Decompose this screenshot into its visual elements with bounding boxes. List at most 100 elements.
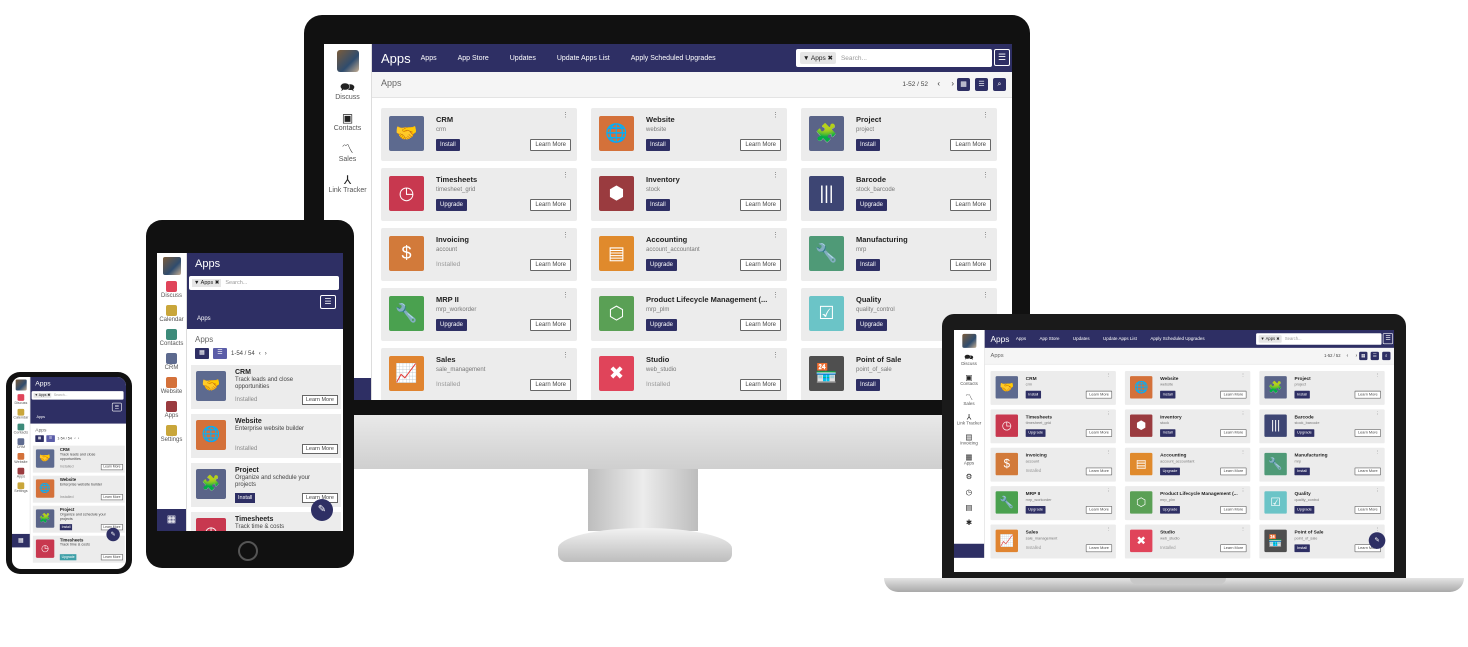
kanban-view-icon[interactable]: ▦ (35, 435, 44, 442)
sidebar-item-apps[interactable]: ▦ Apps (954, 452, 984, 465)
sidebar-item-website[interactable]: Website (12, 453, 30, 464)
install-button[interactable]: Install (1294, 390, 1310, 399)
learn-more-button[interactable]: Learn More (301, 395, 338, 405)
install-button[interactable]: Install (235, 493, 256, 503)
sidebar-item-settings[interactable]: Settings (12, 482, 30, 493)
kebab-menu-icon[interactable]: ⋮ (1106, 411, 1110, 416)
nav-apps[interactable]: Apps (421, 55, 437, 62)
learn-more-button[interactable]: Learn More (1220, 467, 1247, 476)
learn-more-button[interactable]: Learn More (530, 319, 571, 331)
filter-facet-apps[interactable]: ▼ Apps ✖ (33, 392, 52, 398)
install-button[interactable]: Install (856, 139, 880, 151)
edit-fab-icon[interactable]: ✎ (311, 499, 333, 521)
install-button[interactable]: Install (436, 139, 460, 151)
upgrade-button[interactable]: Upgrade (856, 319, 888, 331)
install-button[interactable]: Install (646, 139, 670, 151)
kebab-menu-icon[interactable]: ⋮ (772, 111, 779, 119)
menu-apps-link[interactable]: Apps (37, 416, 45, 420)
kebab-menu-icon[interactable]: ⋮ (1375, 450, 1379, 454)
kebab-menu-icon[interactable]: ⋮ (1106, 373, 1110, 378)
user-avatar[interactable] (162, 257, 181, 275)
apps-menu-icon[interactable]: ▦ (12, 533, 30, 548)
sidebar-item-crm[interactable]: CRM (12, 438, 30, 449)
kebab-menu-icon[interactable]: ⋮ (562, 171, 569, 179)
kebab-menu-icon[interactable]: ⋮ (1241, 526, 1245, 531)
sidebar-item-sales[interactable]: 〽 Sales (324, 142, 371, 163)
upgrade-button[interactable]: Upgrade (1160, 506, 1180, 514)
kebab-menu-icon[interactable]: ⋮ (562, 351, 569, 359)
user-avatar[interactable] (962, 333, 977, 348)
upgrade-button[interactable]: Upgrade (646, 319, 678, 331)
kebab-menu-icon[interactable]: ⋮ (1375, 411, 1379, 416)
sidebar-item-apps[interactable]: Apps (157, 401, 186, 419)
kebab-menu-icon[interactable]: ⋮ (772, 351, 779, 359)
filter-facet-apps[interactable]: ▼ Apps ✖ (192, 279, 222, 287)
list-view-icon[interactable]: ☰ (975, 78, 988, 91)
apps-menu-icon[interactable]: ▦ (157, 509, 186, 531)
kebab-menu-icon[interactable]: ⋮ (982, 231, 989, 239)
learn-more-button[interactable]: Learn More (1086, 506, 1113, 514)
nav-apps[interactable]: Apps (1016, 337, 1026, 341)
search-bar[interactable]: ▼ Apps ✖ Search... (1256, 333, 1382, 345)
kebab-menu-icon[interactable]: ⋮ (562, 111, 569, 119)
search-bar[interactable]: ▼ Apps ✖ Search... (189, 276, 339, 290)
learn-more-button[interactable]: Learn More (530, 259, 571, 271)
learn-more-button[interactable]: Learn More (1354, 506, 1381, 514)
learn-more-button[interactable]: Learn More (530, 139, 571, 151)
kebab-menu-icon[interactable]: ⋮ (1375, 526, 1379, 531)
install-button[interactable]: Install (856, 379, 880, 391)
pager-value[interactable]: 1-52 / 52 (1324, 354, 1340, 358)
filter-toggle-icon[interactable]: ☰ (320, 295, 336, 309)
learn-more-button[interactable]: Learn More (100, 464, 123, 471)
kebab-menu-icon[interactable]: ⋮ (982, 111, 989, 119)
upgrade-button[interactable]: Upgrade (856, 199, 888, 211)
sidebar-item-settings-icon[interactable]: ⚙ (954, 472, 984, 481)
upgrade-button[interactable]: Upgrade (646, 259, 678, 271)
upgrade-button[interactable]: Upgrade (436, 319, 468, 331)
kebab-menu-icon[interactable]: ⋮ (772, 231, 779, 239)
search-input[interactable]: Search... (1285, 337, 1302, 341)
search-input[interactable]: Search... (54, 394, 67, 398)
learn-more-button[interactable]: Learn More (1220, 390, 1247, 399)
sidebar-item-settings[interactable]: Settings (157, 425, 186, 443)
chevron-left-icon[interactable]: ‹ (259, 351, 261, 357)
nav-updates[interactable]: Updates (510, 55, 536, 62)
sidebar-item-calendar[interactable]: Calendar (12, 408, 30, 420)
learn-more-button[interactable]: Learn More (100, 554, 123, 561)
search-icon[interactable]: ⌕ (1382, 351, 1391, 361)
learn-more-button[interactable]: Learn More (740, 319, 781, 331)
kebab-menu-icon[interactable]: ⋮ (772, 291, 779, 299)
sidebar-item-discuss[interactable]: Discuss (12, 394, 30, 405)
learn-more-button[interactable]: Learn More (950, 199, 991, 211)
filter-toggle-icon[interactable]: ☰ (994, 49, 1010, 66)
nav-app-store[interactable]: App Store (1040, 337, 1060, 341)
learn-more-button[interactable]: Learn More (740, 139, 781, 151)
learn-more-button[interactable]: Learn More (530, 199, 571, 211)
learn-more-button[interactable]: Learn More (740, 199, 781, 211)
kebab-menu-icon[interactable]: ⋮ (1106, 488, 1110, 493)
kebab-menu-icon[interactable]: ⋮ (1106, 450, 1110, 454)
filter-facet-apps[interactable]: ▼ Apps ✖ (800, 52, 836, 64)
kebab-menu-icon[interactable]: ⋮ (562, 231, 569, 239)
filter-facet-apps[interactable]: ▼ Apps ✖ (1258, 335, 1282, 343)
nav-updates[interactable]: Updates (1073, 337, 1090, 341)
sidebar-item-clock-icon[interactable]: ◷ (954, 487, 984, 496)
search-icon[interactable]: ⌕ (993, 78, 1006, 91)
pager-value[interactable]: 1-54 / 54 (57, 437, 72, 441)
install-button[interactable]: Install (59, 524, 73, 531)
upgrade-button[interactable]: Upgrade (1025, 429, 1046, 437)
nav-update-apps-list[interactable]: Update Apps List (1103, 337, 1137, 341)
user-avatar[interactable] (15, 379, 27, 391)
search-input[interactable]: Search... (841, 55, 867, 62)
learn-more-button[interactable]: Learn More (1220, 429, 1247, 437)
tablet-home-button[interactable] (238, 541, 258, 561)
kebab-menu-icon[interactable]: ⋮ (562, 291, 569, 299)
learn-more-button[interactable]: Learn More (1354, 390, 1381, 399)
sidebar-item-website[interactable]: Website (157, 377, 186, 395)
learn-more-button[interactable]: Learn More (1086, 467, 1113, 476)
install-button[interactable]: Install (1160, 390, 1176, 399)
user-avatar[interactable] (336, 50, 359, 72)
kebab-menu-icon[interactable]: ⋮ (982, 291, 989, 299)
chevron-left-icon[interactable]: ‹ (74, 437, 75, 441)
learn-more-button[interactable]: Learn More (950, 259, 991, 271)
